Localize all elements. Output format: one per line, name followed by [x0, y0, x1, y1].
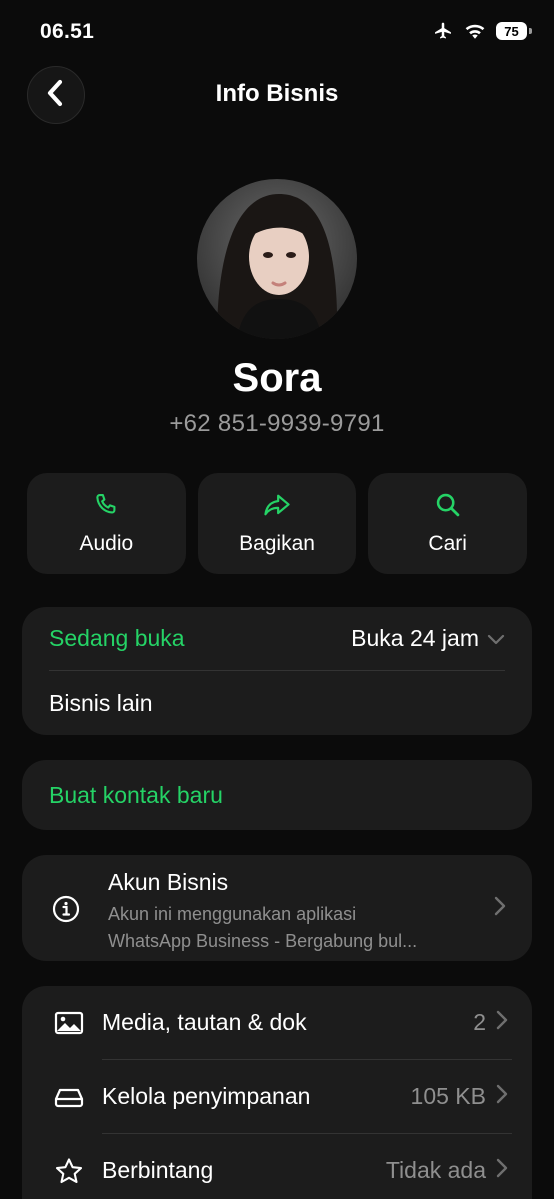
audio-call-label: Audio — [79, 532, 134, 555]
airplane-icon — [432, 21, 454, 41]
share-button[interactable]: Bagikan — [197, 473, 357, 574]
storage-icon — [52, 1085, 86, 1109]
status-icons: 75 — [432, 20, 532, 42]
image-icon — [52, 1010, 86, 1036]
chevron-right-icon — [496, 1084, 508, 1109]
wifi-icon — [464, 22, 486, 40]
starred-label: Berbintang — [102, 1157, 214, 1183]
page-title: Info Bisnis — [215, 80, 339, 107]
media-count: 2 — [473, 1009, 486, 1035]
status-time: 06.51 — [40, 20, 95, 43]
search-label: Cari — [428, 532, 467, 555]
starred-row[interactable]: Berbintang Tidak ada — [22, 1134, 532, 1199]
search-icon — [434, 491, 462, 524]
business-account-desc-line2: WhatsApp Business - Bergabung bul... — [108, 931, 418, 951]
nav-bar: Info Bisnis — [0, 64, 554, 124]
info-icon — [52, 895, 80, 928]
other-business-label: Bisnis lain — [49, 689, 153, 716]
profile-name: Sora — [232, 356, 322, 400]
search-button[interactable]: Cari — [368, 473, 528, 574]
starred-value: Tidak ada — [385, 1157, 486, 1183]
manage-storage-row[interactable]: Kelola penyimpanan 105 KB — [22, 1060, 532, 1133]
media-links-docs-label: Media, tautan & dok — [102, 1009, 307, 1035]
media-links-docs-row[interactable]: Media, tautan & dok 2 — [22, 986, 532, 1059]
create-contact-button[interactable]: Buat kontak baru — [22, 760, 532, 830]
audio-call-button[interactable]: Audio — [27, 473, 186, 574]
business-account-description: Akun ini menggunakan aplikasi WhatsApp B… — [108, 901, 480, 955]
new-contact-card: Buat kontak baru — [22, 760, 532, 830]
chevron-right-icon — [494, 896, 506, 921]
chevron-right-icon — [496, 1010, 508, 1035]
battery-icon: 75 — [496, 20, 532, 42]
business-hours-card: Sedang buka Buka 24 jam Bisnis lain — [22, 607, 532, 735]
hours-value: Buka 24 jam — [351, 625, 479, 651]
media-list-card: Media, tautan & dok 2 Kelola penyimpanan… — [22, 986, 532, 1199]
profile-phone: +62 851-9939-9791 — [169, 410, 385, 437]
business-account-row[interactable]: Akun Bisnis Akun ini menggunakan aplikas… — [22, 855, 532, 961]
business-hours-row[interactable]: Sedang buka Buka 24 jam — [22, 607, 532, 670]
battery-level: 75 — [496, 22, 527, 40]
chevron-right-icon — [496, 1158, 508, 1183]
other-business-row[interactable]: Bisnis lain — [22, 671, 532, 735]
share-label: Bagikan — [239, 532, 315, 555]
status-bar: 06.51 75 — [0, 0, 554, 64]
phone-icon — [92, 491, 120, 524]
action-buttons: Audio Bagikan Cari — [27, 473, 528, 574]
share-icon — [262, 491, 292, 524]
manage-storage-label: Kelola penyimpanan — [102, 1083, 311, 1109]
chevron-down-icon — [487, 625, 505, 652]
open-status: Sedang buka — [49, 625, 185, 651]
star-icon — [52, 1157, 86, 1185]
business-account-title: Akun Bisnis — [108, 869, 229, 895]
business-account-desc-line1: Akun ini menggunakan aplikasi — [108, 904, 357, 924]
create-contact-label: Buat kontak baru — [49, 781, 223, 808]
storage-size: 105 KB — [410, 1083, 486, 1109]
avatar[interactable] — [197, 179, 357, 339]
